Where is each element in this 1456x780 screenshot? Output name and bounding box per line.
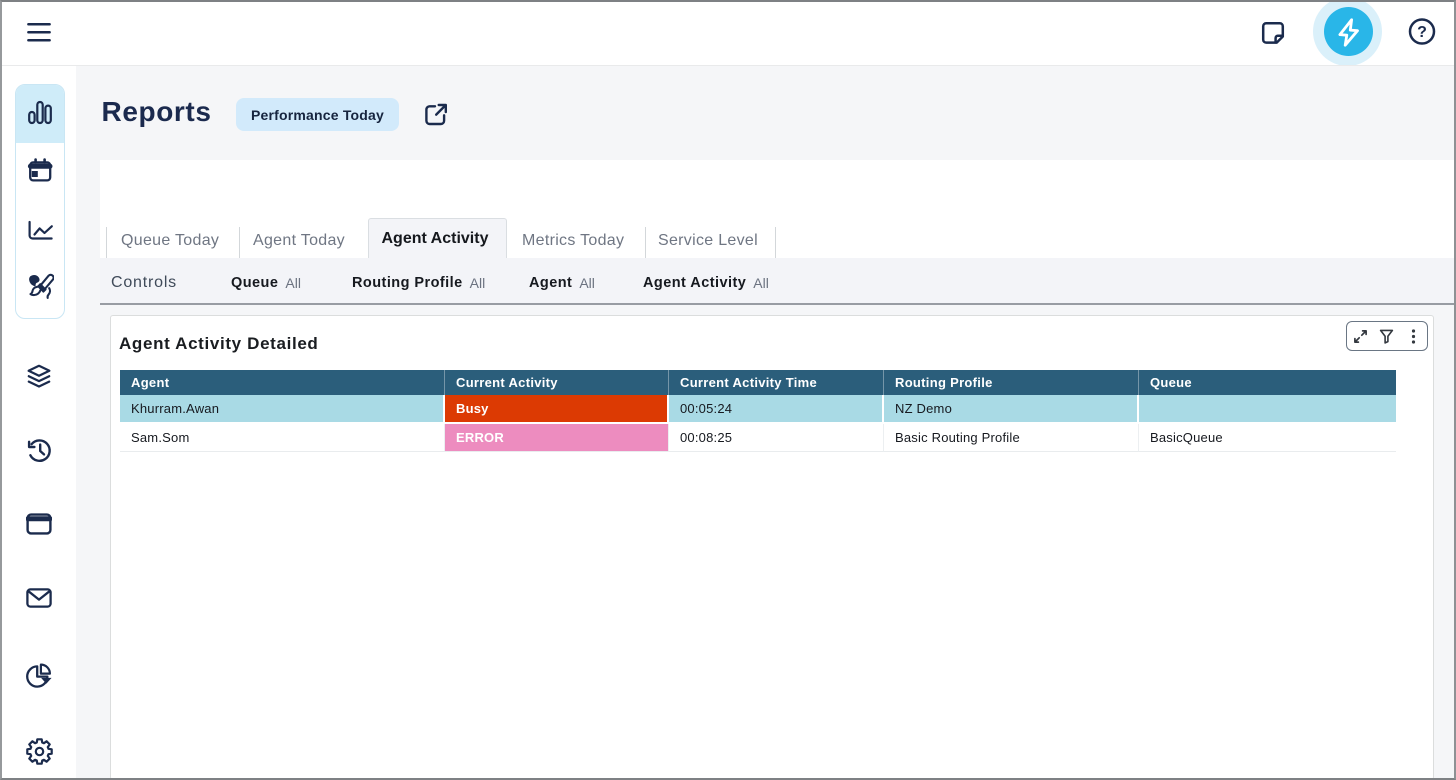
svg-text:?: ? (1417, 24, 1427, 41)
